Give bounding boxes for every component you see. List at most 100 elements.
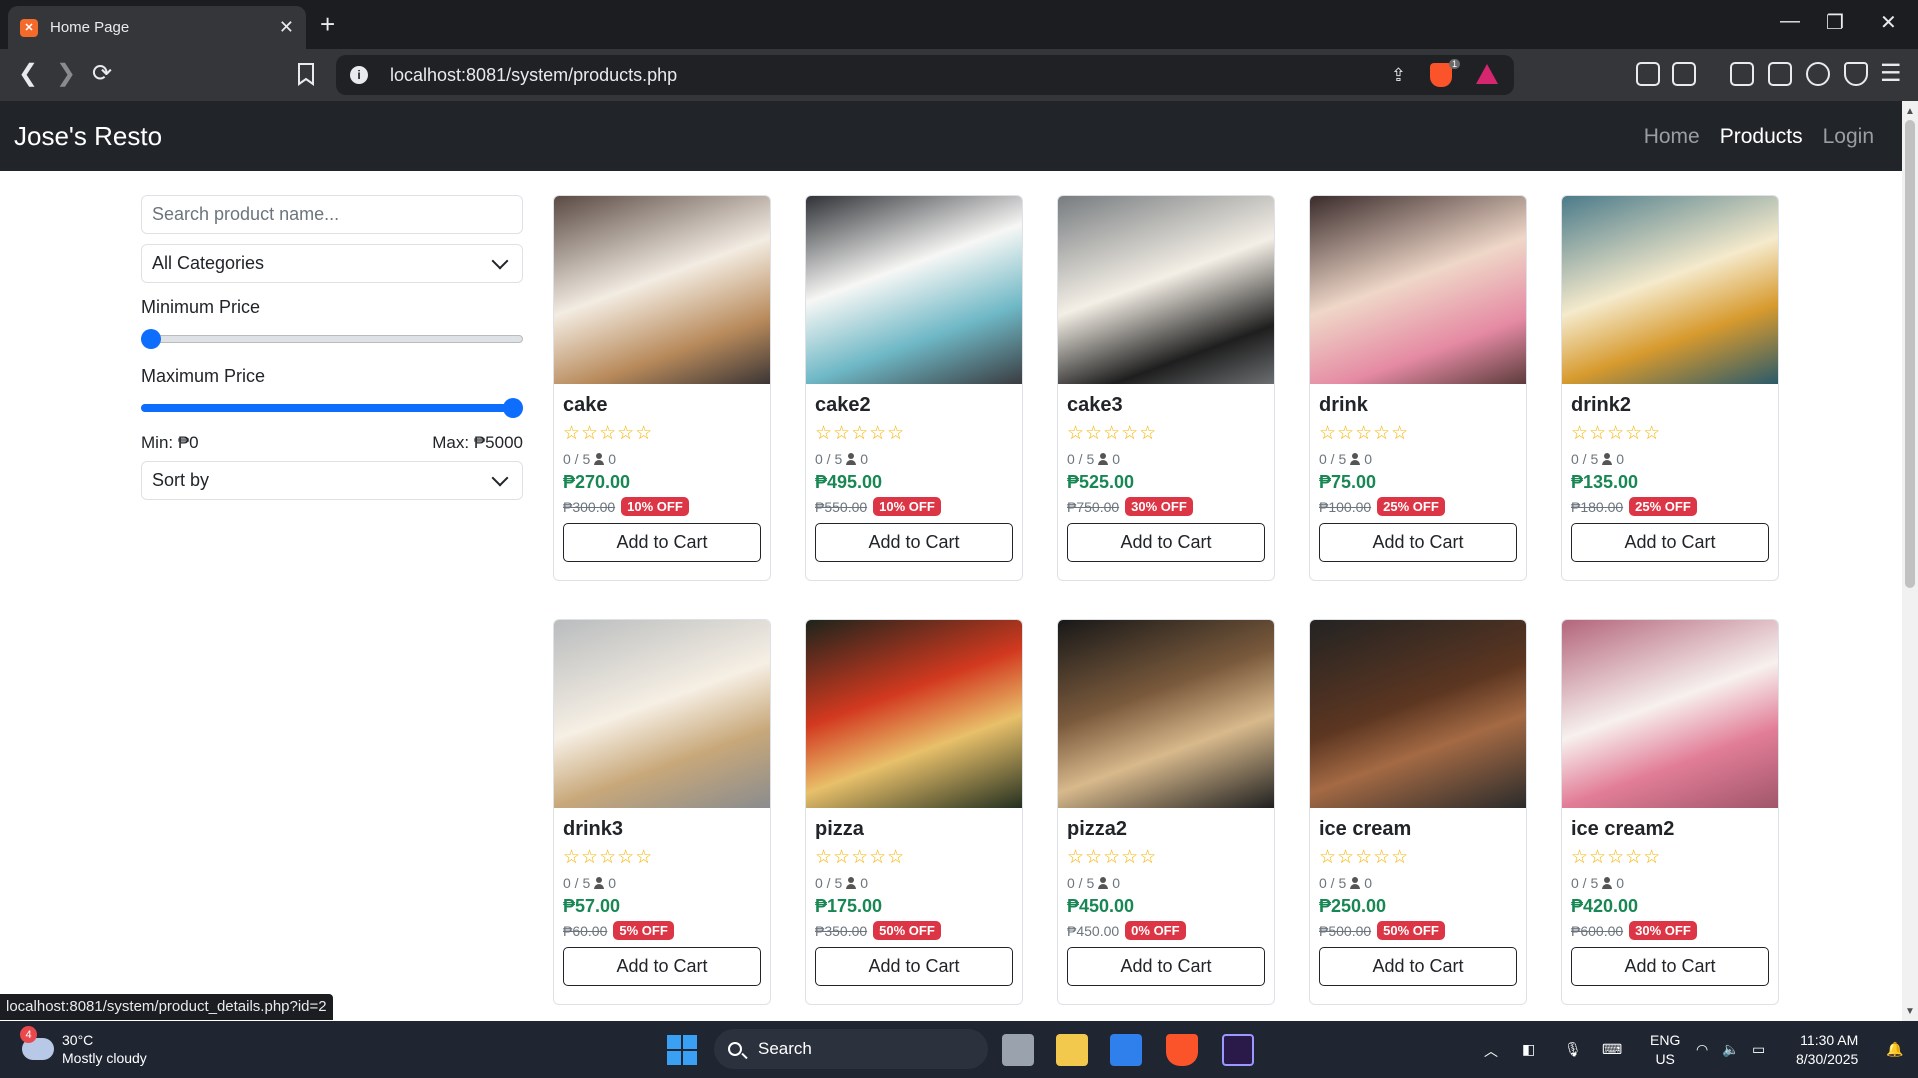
product-image[interactable] xyxy=(806,196,1022,384)
clock[interactable]: 11:30 AM 8/30/2025 xyxy=(1796,1031,1858,1069)
product-image[interactable] xyxy=(554,196,770,384)
reload-icon[interactable]: ⟳ xyxy=(92,59,112,88)
product-name[interactable]: cake3 xyxy=(1067,394,1265,417)
product-name[interactable]: pizza2 xyxy=(1067,818,1265,841)
share-icon[interactable]: ⇪ xyxy=(1391,65,1406,86)
taskbar-search[interactable]: Search xyxy=(714,1029,988,1069)
product-card[interactable]: ice cream2 ☆☆☆☆☆ 0 / 5 0 ₱420.00 ₱600.00 30% O… xyxy=(1561,619,1779,1005)
language-indicator[interactable]: ENG US xyxy=(1650,1031,1680,1069)
product-name[interactable]: ice cream xyxy=(1319,818,1517,841)
brave-shields-icon[interactable] xyxy=(1430,63,1452,87)
min-price-slider[interactable] xyxy=(141,326,523,352)
brave-rewards-icon[interactable] xyxy=(1476,64,1498,84)
task-view-icon[interactable] xyxy=(1002,1034,1034,1066)
microphone-icon[interactable]: 🎙 xyxy=(1564,1041,1582,1058)
new-tab-icon[interactable]: + xyxy=(320,10,335,38)
tray-overflow-icon[interactable]: ︿ xyxy=(1484,1041,1498,1061)
nav-login[interactable]: Login xyxy=(1823,125,1874,149)
address-bar[interactable]: i localhost:8081/system/products.php ⇪ 1 xyxy=(336,55,1514,95)
product-image[interactable] xyxy=(1058,620,1274,808)
extensions-icon[interactable] xyxy=(1636,62,1660,86)
wifi-icon[interactable]: ◠ xyxy=(1696,1041,1708,1058)
product-card[interactable]: cake ☆☆☆☆☆ 0 / 5 0 ₱270.00 ₱300.00 10% OFF Add … xyxy=(553,195,771,581)
product-card[interactable]: drink2 ☆☆☆☆☆ 0 / 5 0 ₱135.00 ₱180.00 25% OFF Ad… xyxy=(1561,195,1779,581)
product-name[interactable]: drink3 xyxy=(563,818,761,841)
notifications-icon[interactable]: 🔔 xyxy=(1886,1041,1903,1058)
product-card[interactable]: pizza2 ☆☆☆☆☆ 0 / 5 0 ₱450.00 ₱450.00 0% OFF Add… xyxy=(1057,619,1275,1005)
reader-mode-icon[interactable] xyxy=(1672,62,1696,86)
product-image[interactable] xyxy=(1310,620,1526,808)
product-image[interactable] xyxy=(1562,196,1778,384)
product-card[interactable]: drink ☆☆☆☆☆ 0 / 5 0 ₱75.00 ₱100.00 25% OFF Add … xyxy=(1309,195,1527,581)
scrollbar-thumb[interactable] xyxy=(1905,120,1915,588)
minimize-icon[interactable]: — xyxy=(1780,10,1800,33)
battery-icon[interactable]: ▭ xyxy=(1752,1041,1765,1058)
volume-icon[interactable]: 🔈 xyxy=(1722,1041,1739,1058)
product-image[interactable] xyxy=(554,620,770,808)
wallet-icon[interactable] xyxy=(1768,62,1792,86)
max-slider-thumb[interactable] xyxy=(503,398,523,418)
vpn-icon[interactable] xyxy=(1844,62,1868,86)
rating-score: 0 / 5 xyxy=(1319,875,1347,891)
browser-tab[interactable]: ✕ Home Page ✕ xyxy=(8,6,306,49)
nav-home[interactable]: Home xyxy=(1644,125,1700,149)
vscode-icon[interactable] xyxy=(1110,1034,1142,1066)
product-name[interactable]: drink2 xyxy=(1571,394,1769,417)
product-name[interactable]: ice cream2 xyxy=(1571,818,1769,841)
forward-icon[interactable]: ❯ xyxy=(56,59,76,88)
add-to-cart-button[interactable]: Add to Cart xyxy=(563,947,761,986)
product-image[interactable] xyxy=(1058,196,1274,384)
add-to-cart-button[interactable]: Add to Cart xyxy=(563,523,761,562)
add-to-cart-button[interactable]: Add to Cart xyxy=(1319,947,1517,986)
keyboard-icon[interactable]: ⌨ xyxy=(1602,1041,1622,1058)
add-to-cart-button[interactable]: Add to Cart xyxy=(1067,947,1265,986)
product-card[interactable]: ice cream ☆☆☆☆☆ 0 / 5 0 ₱250.00 ₱500.00 50% OF… xyxy=(1309,619,1527,1005)
product-card[interactable]: drink3 ☆☆☆☆☆ 0 / 5 0 ₱57.00 ₱60.00 5% OFF Add t… xyxy=(553,619,771,1005)
product-card[interactable]: cake3 ☆☆☆☆☆ 0 / 5 0 ₱525.00 ₱750.00 30% OFF Add… xyxy=(1057,195,1275,581)
tray-app-icon[interactable]: ◧ xyxy=(1522,1041,1535,1058)
scroll-down-icon[interactable]: ▼ xyxy=(1905,1006,1915,1017)
rating-stars-icon: ☆☆☆☆☆ xyxy=(1571,423,1662,444)
add-to-cart-button[interactable]: Add to Cart xyxy=(815,947,1013,986)
min-slider-thumb[interactable] xyxy=(141,329,161,349)
product-name[interactable]: drink xyxy=(1319,394,1517,417)
brave-browser-icon[interactable] xyxy=(1166,1034,1198,1066)
back-icon[interactable]: ❮ xyxy=(18,59,38,88)
search-input[interactable] xyxy=(141,195,523,234)
bookmark-icon[interactable] xyxy=(296,62,316,86)
file-explorer-icon[interactable] xyxy=(1056,1034,1088,1066)
nav-products[interactable]: Products xyxy=(1720,125,1803,149)
product-card[interactable]: cake2 ☆☆☆☆☆ 0 / 5 0 ₱495.00 ₱550.00 10% OFF Add… xyxy=(805,195,1023,581)
discount-row: ₱350.00 50% OFF xyxy=(815,921,1013,940)
after-effects-icon[interactable] xyxy=(1222,1034,1254,1066)
add-to-cart-button[interactable]: Add to Cart xyxy=(1571,947,1769,986)
leo-ai-icon[interactable] xyxy=(1806,62,1830,86)
add-to-cart-button[interactable]: Add to Cart xyxy=(1067,523,1265,562)
sidebar-icon[interactable] xyxy=(1730,62,1754,86)
add-to-cart-button[interactable]: Add to Cart xyxy=(1571,523,1769,562)
product-name[interactable]: cake xyxy=(563,394,761,417)
close-window-icon[interactable]: ✕ xyxy=(1880,10,1897,35)
add-to-cart-button[interactable]: Add to Cart xyxy=(1319,523,1517,562)
category-select[interactable]: All Categories xyxy=(141,244,523,283)
product-name[interactable]: pizza xyxy=(815,818,1013,841)
product-image[interactable] xyxy=(1310,196,1526,384)
site-info-icon[interactable]: i xyxy=(350,66,368,84)
weather-widget[interactable]: 4 30°C Mostly cloudy xyxy=(20,1026,147,1067)
restore-icon[interactable]: ❐ xyxy=(1826,10,1844,35)
rating-score: 0 / 5 xyxy=(563,451,591,467)
tab-close-icon[interactable]: ✕ xyxy=(279,17,294,38)
site-brand[interactable]: Jose's Resto xyxy=(14,121,162,152)
scroll-up-icon[interactable]: ▲ xyxy=(1905,106,1915,117)
product-image[interactable] xyxy=(1562,620,1778,808)
add-to-cart-button[interactable]: Add to Cart xyxy=(815,523,1013,562)
sort-select[interactable]: Sort by xyxy=(141,461,523,500)
start-icon[interactable] xyxy=(667,1035,697,1065)
weather-text: 30°C Mostly cloudy xyxy=(62,1031,147,1067)
product-card[interactable]: pizza ☆☆☆☆☆ 0 / 5 0 ₱175.00 ₱350.00 50% OFF Add… xyxy=(805,619,1023,1005)
product-name[interactable]: cake2 xyxy=(815,394,1013,417)
menu-icon[interactable]: ☰ xyxy=(1880,59,1902,88)
max-price-slider[interactable] xyxy=(141,395,523,421)
rating-score: 0 / 5 xyxy=(1571,451,1599,467)
product-image[interactable] xyxy=(806,620,1022,808)
